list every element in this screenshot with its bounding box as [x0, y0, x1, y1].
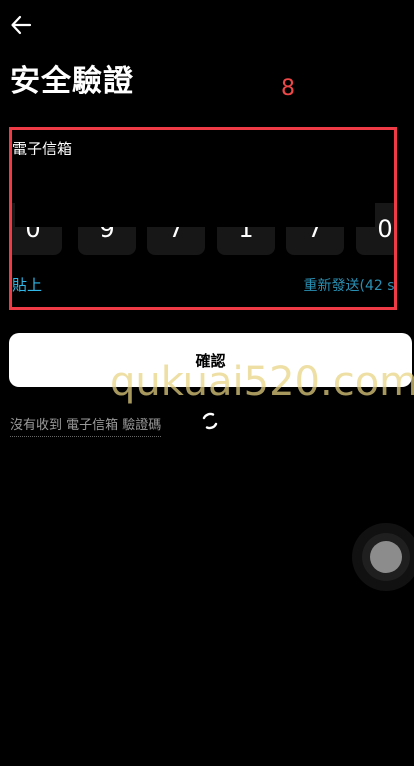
- paste-button[interactable]: 貼上: [12, 275, 42, 295]
- back-button[interactable]: [8, 12, 34, 38]
- floating-assistive-button[interactable]: [352, 523, 414, 591]
- page-title: 安全驗證: [10, 64, 134, 99]
- annotation-highlight-box: 電子信箱 0 9 7 1 7 0 貼上 重新發送(42 s): [9, 127, 397, 310]
- annotation-number: 8: [281, 76, 295, 101]
- confirm-button[interactable]: 確認: [9, 333, 412, 387]
- loading-spinner-icon: [202, 412, 218, 430]
- no-code-received-link[interactable]: 沒有收到 電子信箱 驗證碼: [10, 416, 162, 437]
- assistive-touch-dot: [370, 541, 402, 573]
- resend-button[interactable]: 重新發送(42 s): [304, 276, 394, 296]
- assistive-touch-icon: [362, 533, 410, 581]
- redaction-block: [15, 155, 375, 227]
- arrow-left-icon: [11, 15, 32, 35]
